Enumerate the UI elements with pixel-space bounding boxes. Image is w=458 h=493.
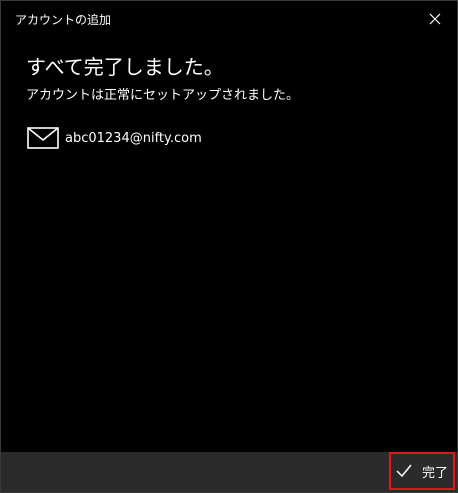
done-button[interactable]: 完了 (389, 452, 455, 490)
add-account-dialog: アカウントの追加 すべて完了しました。 アカウントは正常にセットアップされました… (0, 0, 458, 493)
close-icon (429, 13, 441, 25)
status-message: アカウントは正常にセットアップされました。 (26, 88, 300, 103)
footer-bar: 完了 (1, 452, 457, 492)
content-area: すべて完了しました。 アカウントは正常にセットアップされました。 (26, 53, 436, 105)
done-button-label: 完了 (421, 465, 448, 481)
close-button[interactable] (423, 7, 447, 31)
mail-icon (27, 127, 59, 149)
account-email: abc01234@nifty.com (65, 130, 202, 146)
title-bar: アカウントの追加 (1, 1, 457, 37)
page-title: すべて完了しました。 (26, 55, 224, 79)
checkmark-icon (396, 464, 412, 478)
account-entry: abc01234@nifty.com (27, 126, 202, 150)
window-title: アカウントの追加 (15, 13, 112, 27)
